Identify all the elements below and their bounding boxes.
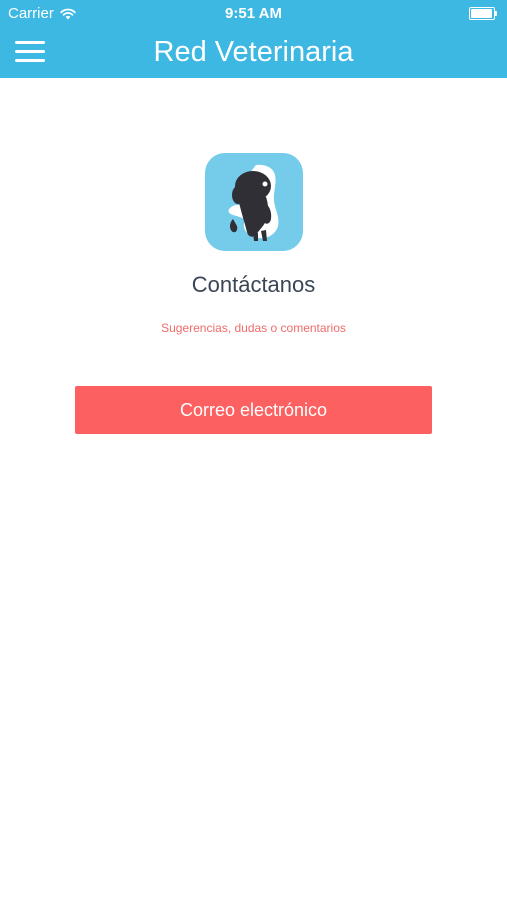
- battery-fill: [471, 9, 492, 18]
- battery-icon: [469, 7, 497, 20]
- top-bar: Carrier 9:51 AM Red Veterinaria: [0, 0, 507, 78]
- navigation-bar: Red Veterinaria: [0, 28, 507, 78]
- page-title: Red Veterinaria: [153, 36, 354, 68]
- dog-logo-icon: [228, 164, 279, 241]
- contact-subtitle: Sugerencias, dudas o comentarios: [161, 321, 346, 335]
- battery-tip: [495, 11, 497, 16]
- status-bar: Carrier 9:51 AM: [0, 0, 507, 28]
- contact-title: Contáctanos: [191, 272, 316, 297]
- app-logo: [205, 153, 303, 251]
- status-time: 9:51 AM: [225, 5, 282, 22]
- email-button[interactable]: Correo electrónico: [75, 386, 432, 434]
